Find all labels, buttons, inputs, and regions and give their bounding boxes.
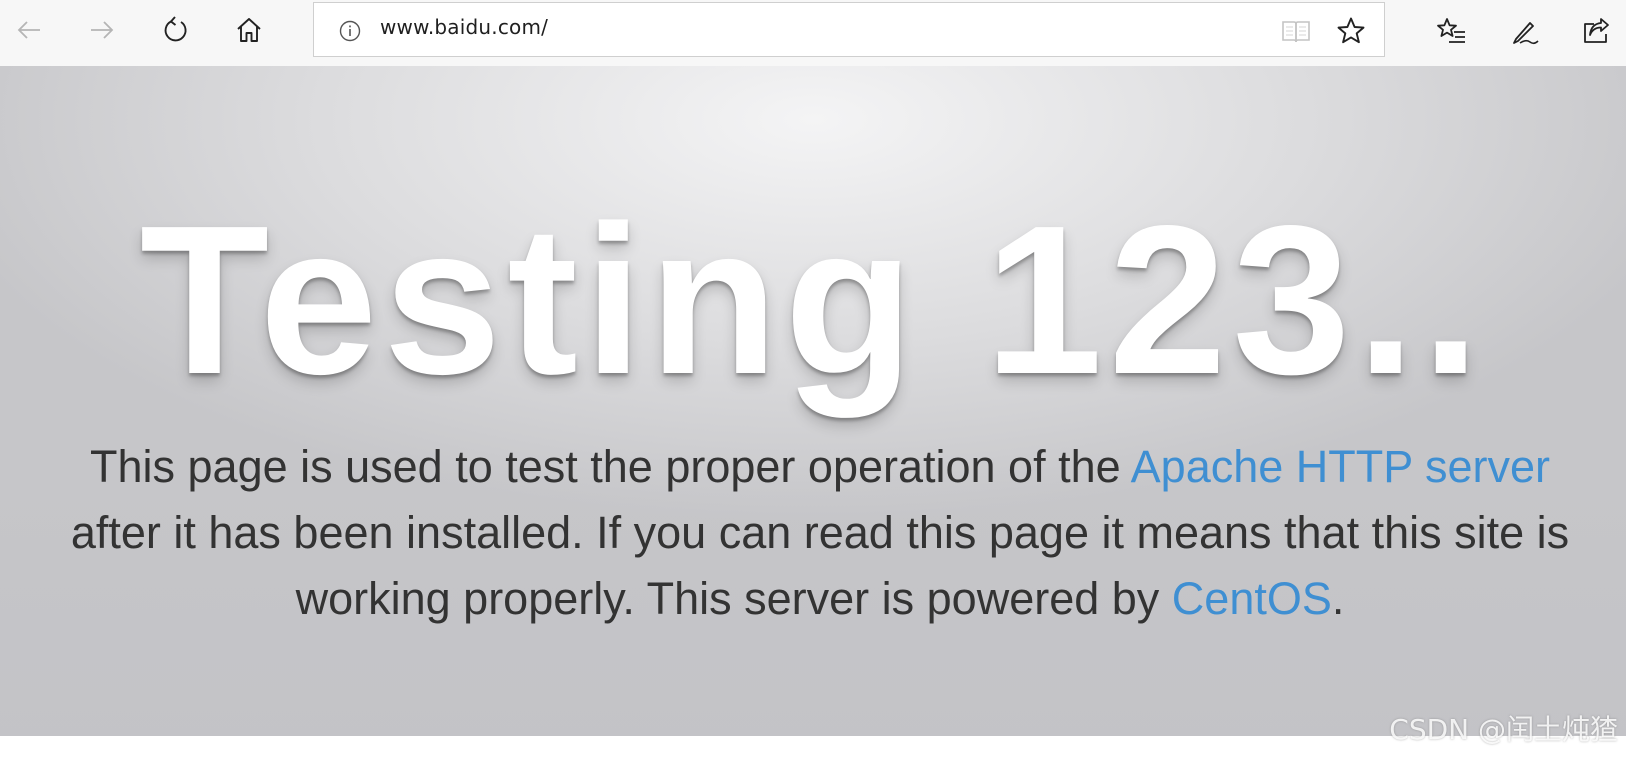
browser-toolbar: www.baidu.com/ — [0, 0, 1626, 66]
watermark: CSDN @闰土炖猹 — [1389, 713, 1618, 746]
intro-paragraph: This page is used to test the proper ope… — [40, 434, 1600, 632]
page-content: Testing 123.. This page is used to test … — [0, 66, 1626, 736]
reading-view-icon[interactable] — [1280, 16, 1312, 46]
intro-text-2: after it has been installed. If you can … — [70, 507, 1570, 624]
bottom-strip — [0, 736, 1626, 760]
share-icon — [1584, 18, 1609, 43]
centos-link[interactable]: CentOS — [1172, 573, 1332, 624]
home-icon — [237, 18, 261, 42]
address-url[interactable]: www.baidu.com/ — [380, 15, 548, 39]
star-icon[interactable] — [1335, 15, 1367, 47]
refresh-icon — [164, 16, 187, 42]
share-button[interactable] — [1576, 11, 1616, 51]
back-button[interactable] — [8, 9, 50, 51]
pen-icon — [1513, 22, 1539, 45]
intro-text-3: . — [1331, 573, 1345, 624]
info-icon[interactable] — [338, 19, 362, 43]
forward-arrow-icon — [91, 21, 114, 39]
favorites-list-icon — [1437, 18, 1465, 43]
home-button[interactable] — [228, 9, 270, 51]
back-arrow-icon — [17, 21, 40, 39]
forward-button[interactable] — [81, 9, 123, 51]
intro-text-1: This page is used to test the proper ope… — [90, 441, 1131, 492]
address-bar[interactable]: www.baidu.com/ — [313, 2, 1385, 57]
refresh-button[interactable] — [155, 9, 197, 51]
web-notes-button[interactable] — [1504, 11, 1544, 51]
page-headline: Testing 123.. — [139, 181, 1487, 418]
favorites-hub-button[interactable] — [1431, 11, 1471, 51]
apache-link[interactable]: Apache HTTP server — [1131, 441, 1550, 492]
